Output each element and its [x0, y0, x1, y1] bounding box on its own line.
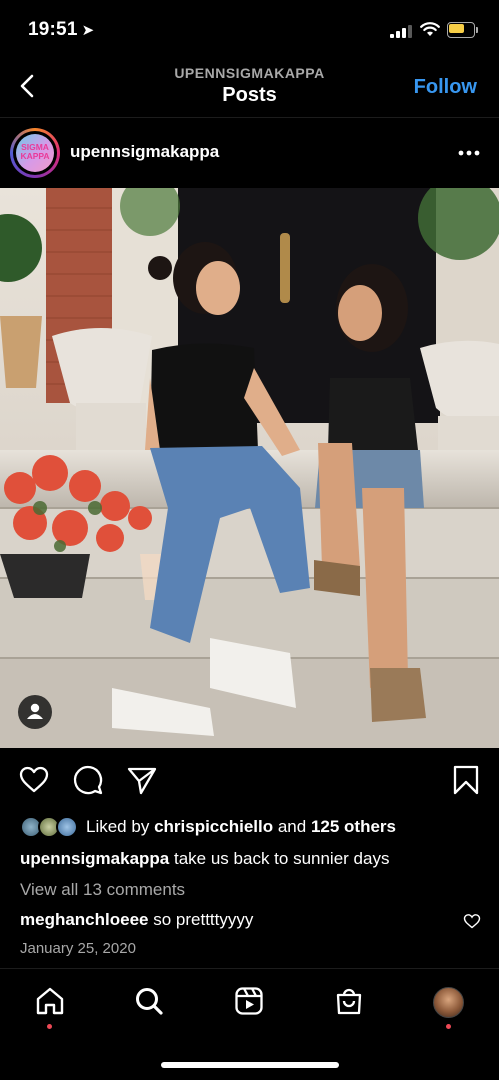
nav-header: UPENNSIGMAKAPPA Posts Follow	[0, 60, 499, 118]
avatar-logo-line-2: KAPPA	[20, 151, 50, 161]
cellular-signal-icon	[390, 24, 412, 38]
post-username[interactable]: upennsigmakappa	[70, 142, 219, 162]
home-indicator[interactable]	[161, 1062, 339, 1068]
follow-button[interactable]: Follow	[414, 76, 477, 99]
post-caption: upennsigmakappa take us back to sunnier …	[20, 849, 389, 869]
liked-by-prefix: Liked by	[86, 817, 150, 836]
liked-by-and: and	[277, 817, 307, 836]
post-header: SIGMA KAPPA upennsigmakappa	[0, 118, 499, 188]
battery-icon	[447, 22, 479, 38]
comment-like-heart-icon[interactable]	[463, 913, 481, 929]
liked-by-user[interactable]: chrispicchiello	[154, 817, 273, 836]
status-time-text: 19:51	[28, 19, 78, 40]
likes-summary: Liked by chrispicchiello and 125 others	[86, 817, 396, 837]
comment-username[interactable]: meghanchloeee	[20, 910, 149, 929]
reels-icon[interactable]	[233, 985, 265, 1017]
more-horizontal-icon[interactable]	[457, 143, 481, 163]
shop-icon[interactable]	[333, 985, 365, 1017]
heart-icon[interactable]	[18, 764, 50, 796]
avatar-logo: SIGMA KAPPA	[16, 143, 54, 161]
profile-notification-dot	[446, 1024, 451, 1029]
post-actions	[0, 760, 499, 804]
photo-illustration	[0, 188, 499, 748]
caption-username[interactable]: upennsigmakappa	[20, 849, 169, 868]
comment-text: so prettttyyyy	[153, 910, 254, 929]
comment-preview: meghanchloeee so prettttyyyy	[20, 910, 253, 930]
liker-avatars	[20, 816, 82, 840]
liked-by-others[interactable]: 125 others	[311, 817, 396, 836]
home-notification-dot	[47, 1024, 52, 1029]
user-tag-icon[interactable]	[18, 695, 52, 729]
likes-row[interactable]: Liked by chrispicchiello and 125 others	[20, 814, 490, 840]
view-all-comments-link[interactable]: View all 13 comments	[20, 880, 185, 900]
profile-icon[interactable]	[433, 987, 464, 1018]
send-icon[interactable]	[126, 764, 158, 796]
status-time: 19:51 ➤	[28, 19, 94, 41]
home-icon[interactable]	[34, 985, 66, 1017]
location-arrow-icon: ➤	[81, 22, 95, 39]
post-photo[interactable]	[0, 188, 499, 748]
liker-avatar	[56, 816, 78, 838]
wifi-icon	[420, 22, 440, 36]
bookmark-icon[interactable]	[450, 764, 482, 796]
search-icon[interactable]	[133, 985, 165, 1017]
post-date: January 25, 2020	[20, 940, 136, 957]
caption-text: take us back to sunnier days	[174, 849, 390, 868]
avatar[interactable]: SIGMA KAPPA	[10, 128, 60, 178]
comment-icon[interactable]	[72, 764, 104, 796]
status-bar: 19:51 ➤	[0, 0, 499, 60]
